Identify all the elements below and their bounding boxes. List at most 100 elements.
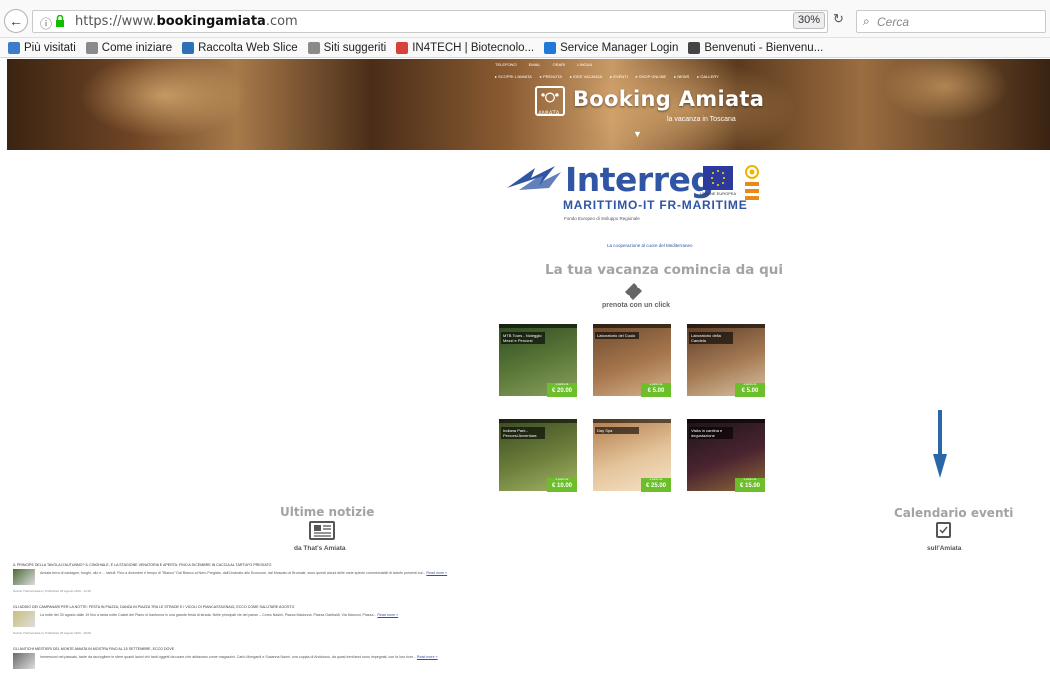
price-amount: € 5.00 [647, 388, 665, 394]
interreg-cooperation-text: La cooperazione al cuore del Mediterrane… [607, 243, 693, 248]
article-thumbnail[interactable] [13, 569, 35, 585]
nav-item[interactable]: ▸ IDEE VACANZA [570, 74, 602, 79]
hero-top-link[interactable]: LINGUA [577, 62, 592, 67]
arrow-left-icon: ← [9, 13, 23, 29]
bookmark-icon [544, 41, 557, 54]
bookmark-item[interactable]: Benvenuti - Bienvenu... [688, 41, 824, 54]
news-article: GLI ANTICHI MESTIERI DEL MONTE AMIATA IN… [13, 647, 483, 671]
bookmark-item[interactable]: Come iniziare [85, 41, 173, 54]
product-card[interactable]: Day Spa a partire da € 25.00 [589, 415, 675, 495]
product-price-badge[interactable]: a partire da € 10.00 [547, 478, 577, 492]
product-price-badge[interactable]: a partire da € 25.00 [641, 478, 671, 492]
interreg-program-name: MARITTIMO-IT FR-MARITIME [563, 198, 748, 212]
product-category-bar [593, 324, 671, 328]
product-card[interactable]: MTB Tours - Noleggio Mezzi e Percorsi a p… [495, 320, 581, 400]
product-card[interactable]: Visita in cantina e degustazione a partir… [683, 415, 769, 495]
hero-top-link[interactable]: EMAIL [529, 62, 541, 67]
product-card[interactable]: Indiana Park - Percorsi Avventura a parti… [495, 415, 581, 495]
ticket-icon [625, 283, 642, 300]
url-text[interactable]: https://www.bookingamiata.com [75, 14, 298, 29]
hero-top-links: TELEFONO EMAIL ORARI LINGUA [495, 62, 592, 67]
product-price-badge[interactable]: a partire da € 5.00 [735, 383, 765, 397]
product-name[interactable]: MTB Tours - Noleggio Mezzi e Percorsi [501, 332, 545, 344]
article-headline[interactable]: IL PRINCIPE DELLA TAVOLA D'AUTUNNO? IL C… [13, 563, 483, 567]
bookmark-label: Benvenuti - Bienvenu... [704, 41, 824, 54]
newspaper-icon[interactable] [309, 521, 335, 540]
reload-icon[interactable]: ↻ [833, 11, 844, 27]
nav-item[interactable]: ▸ SCOPRI L'AMIATA [495, 74, 532, 79]
back-button[interactable]: ← [4, 9, 28, 33]
nav-item[interactable]: ▸ EVENTI [610, 74, 628, 79]
read-more-link[interactable]: Read more » [426, 571, 447, 575]
arrow-down-icon [933, 410, 947, 478]
article-excerpt: Immersioni nel passato, tante da raccogl… [40, 655, 438, 659]
chevron-down-icon[interactable]: ▼ [633, 129, 642, 139]
product-price-badge[interactable]: a partire da € 5.00 [641, 383, 671, 397]
eu-flag-icon [703, 166, 733, 190]
nav-item[interactable]: ▸ PRENOTA [540, 74, 562, 79]
url-bar[interactable]: ⓘ https://www.bookingamiata.com [32, 10, 828, 33]
bookmark-icon [182, 41, 195, 54]
product-card[interactable]: Laboratorio della Candela a partire da € 5… [683, 320, 769, 400]
zoom-indicator[interactable]: 30% [793, 12, 825, 29]
bookmark-item[interactable]: Service Manager Login [544, 41, 679, 54]
hero-top-link[interactable]: ORARI [553, 62, 566, 67]
article-excerpt-text: Immersioni nel passato, tante da raccogl… [40, 655, 417, 659]
interreg-banner[interactable]: Interreg UNIONE EUROPEA MARITTIMO-IT FR-… [500, 160, 770, 255]
search-placeholder: Cerca [877, 15, 910, 29]
product-name[interactable]: Laboratorio della Candela [689, 332, 733, 344]
interreg-fund-text: Fondo Europeo di Sviluppo Regionale [564, 216, 640, 221]
calendar-check-icon[interactable] [936, 522, 951, 538]
article-meta: Notizie That'sAmiata.it | Pubblicato 26 … [13, 589, 92, 593]
bookmark-icon [688, 41, 701, 54]
price-amount: € 15.00 [739, 483, 761, 489]
article-thumbnail[interactable] [13, 611, 35, 627]
bookmark-icon [307, 41, 320, 54]
product-name[interactable]: Indiana Park - Percorsi Avventura [501, 427, 545, 439]
product-grid: MTB Tours - Noleggio Mezzi e Percorsi a p… [495, 320, 770, 495]
nav-item[interactable]: ▸ SHOP ONLINE [636, 74, 666, 79]
site-title[interactable]: Booking Amiata [573, 87, 764, 111]
product-name[interactable]: Day Spa [595, 427, 639, 434]
read-more-link[interactable]: Read more » [377, 613, 398, 617]
product-name[interactable]: Visita in cantina e degustazione [689, 427, 733, 439]
product-price-badge[interactable]: a partire da € 15.00 [735, 478, 765, 492]
section-title: La tua vacanza comincia da qui [545, 262, 783, 278]
product-name[interactable]: Laboratorio del Cuoio [595, 332, 639, 339]
article-thumbnail[interactable] [13, 653, 35, 669]
article-excerpt: La notte del 30 agosto dalle 19 fino a t… [40, 613, 398, 617]
main-navigation: ▸ SCOPRI L'AMIATA ▸ PRENOTA ▸ IDEE VACANZA… [495, 74, 719, 79]
book-cta-label[interactable]: prenota con un click [602, 302, 670, 309]
eu-label: UNIONE EUROPEA [700, 191, 737, 196]
article-headline[interactable]: GLI ANTICHI MESTIERI DEL MONTE AMIATA IN… [13, 647, 483, 651]
bookmark-item[interactable]: Raccolta Web Slice [182, 41, 298, 54]
bookmark-label: Siti suggeriti [323, 41, 387, 54]
bookmark-label: Service Manager Login [560, 41, 679, 54]
info-icon[interactable]: ⓘ [40, 15, 52, 32]
article-headline[interactable]: GLI ADDIO DEI CAMPANARI PER LA NOTTE: FE… [13, 605, 483, 609]
article-excerpt-text: La notte del 30 agosto dalle 19 fino a t… [40, 613, 378, 617]
bookmark-item[interactable]: Siti suggeriti [307, 41, 387, 54]
product-card[interactable]: Laboratorio del Cuoio a partire da € 5.00 [589, 320, 675, 400]
product-price-badge[interactable]: a partire da € 20.00 [547, 383, 577, 397]
bookmark-icon [396, 41, 409, 54]
lock-icon [56, 15, 64, 27]
price-amount: € 25.00 [645, 483, 667, 489]
bookmark-item[interactable]: Più visitati [8, 41, 76, 54]
bookmark-item[interactable]: IN4TECH | Biotecnolo... [396, 41, 534, 54]
bookmark-icon [8, 41, 20, 54]
product-category-bar [499, 324, 577, 328]
calendar-subtitle: sull'Amiata [927, 545, 962, 552]
nav-item[interactable]: ▸ NEWS [674, 74, 689, 79]
browser-toolbar: ← ⓘ https://www.bookingamiata.com 30% ↻ … [0, 0, 1050, 38]
bookmark-icon [85, 41, 98, 54]
nav-item[interactable]: ▸ GALLERY [697, 74, 719, 79]
article-body: La notte del 30 agosto dalle 19 fino a t… [13, 611, 483, 629]
read-more-link[interactable]: Read more » [417, 655, 438, 659]
news-article: GLI ADDIO DEI CAMPANARI PER LA NOTTE: FE… [13, 605, 483, 635]
bookmark-label: Come iniziare [101, 41, 173, 54]
hero-top-link[interactable]: TELEFONO [495, 62, 517, 67]
bookmark-label: Raccolta Web Slice [198, 41, 298, 54]
search-input[interactable]: ⌕ Cerca [856, 10, 1046, 33]
article-excerpt-text: Amiata terra di castagne, funghi, olio e… [40, 571, 427, 575]
